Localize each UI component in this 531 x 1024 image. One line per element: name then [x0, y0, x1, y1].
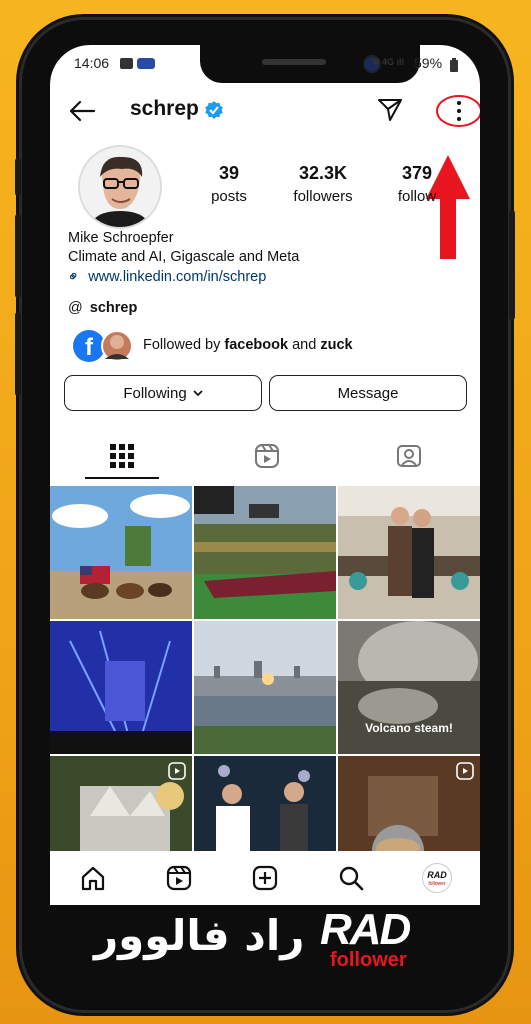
- brand-rad: RAD: [320, 905, 411, 954]
- concert-photo: [50, 621, 192, 754]
- header-username: schrep: [130, 97, 199, 120]
- stat-label: follow: [397, 188, 437, 205]
- search-icon[interactable]: [338, 865, 364, 891]
- following-label: Following: [123, 384, 187, 402]
- stat-label: followers: [293, 188, 353, 205]
- phone-screen: 14:06 ✻ 4G ıll 59% schrep 39 posts 32.3K…: [50, 45, 480, 905]
- threads-badge[interactable]: @ schrep: [68, 300, 137, 316]
- followed-by-prefix: Followed by: [143, 337, 221, 353]
- stat-value: 39: [218, 163, 240, 183]
- followed-by-text[interactable]: Followed by facebook and zuck: [143, 337, 353, 353]
- home-icon[interactable]: [80, 865, 106, 891]
- profile-header: schrep: [50, 91, 480, 131]
- stat-value: 379: [401, 163, 433, 183]
- post-thumbnail-cafe[interactable]: [338, 486, 480, 619]
- volume-down-button: [15, 214, 21, 298]
- profile-avatar[interactable]: [78, 145, 162, 229]
- post-thumbnail-volcano[interactable]: Volcano steam!: [338, 621, 480, 754]
- tab-tagged[interactable]: [372, 433, 446, 477]
- threads-icon: @: [68, 300, 83, 316]
- followed-by-and: and: [292, 337, 317, 353]
- volume-up-button: [15, 158, 21, 196]
- message-button[interactable]: Message: [269, 375, 467, 411]
- svg-text:f: f: [85, 334, 94, 361]
- side-button: [15, 312, 21, 396]
- reel-badge-icon: [168, 762, 186, 780]
- tab-reels[interactable]: [230, 433, 304, 477]
- back-arrow-icon[interactable]: [68, 99, 96, 123]
- battery-icon: [450, 58, 458, 72]
- more-options-icon[interactable]: [434, 93, 480, 129]
- status-time: 14:06: [74, 55, 110, 71]
- followed-by-avatars: f: [73, 330, 133, 362]
- followed-by-user-1: facebook: [224, 337, 289, 353]
- message-label: Message: [337, 384, 399, 402]
- cafe-photo: [338, 486, 480, 619]
- speaker: [262, 59, 326, 65]
- verified-badge-icon: [205, 101, 223, 119]
- post-thumbnail-skyline[interactable]: [194, 621, 336, 754]
- profile-name: Mike Schroepfer: [68, 230, 174, 246]
- reels-nav-icon[interactable]: [166, 865, 192, 891]
- status-battery: 59%: [414, 55, 443, 71]
- post-thumbnail-rodeo[interactable]: [50, 486, 192, 619]
- brand-follower: follower: [330, 949, 407, 971]
- volcano-caption: Volcano steam!: [365, 721, 453, 735]
- tagged-icon: [397, 445, 421, 467]
- stat-posts[interactable]: 39 posts: [200, 163, 258, 205]
- stat-value: 32.3K: [298, 163, 348, 183]
- stat-label: posts: [211, 188, 247, 205]
- create-icon[interactable]: [252, 865, 278, 891]
- threads-handle: schrep: [89, 300, 138, 316]
- stat-followers[interactable]: 32.3K followers: [288, 163, 358, 205]
- followed-by-user-2: zuck: [320, 337, 353, 353]
- stadium-photo: [194, 486, 336, 619]
- profile-tabs: [50, 433, 480, 479]
- power-button: [509, 210, 515, 320]
- link-icon: ⚭: [64, 267, 85, 287]
- profile-link[interactable]: ⚭ www.linkedin.com/in/schrep: [64, 267, 267, 287]
- post-thumbnail-concert[interactable]: [50, 621, 192, 754]
- status-notification-icons: [120, 58, 155, 69]
- bottom-navigation: RAD follower: [50, 851, 480, 905]
- profile-link-text: www.linkedin.com/in/schrep: [88, 269, 267, 285]
- brand-arabic: راد فالوور: [94, 911, 305, 960]
- reel-badge-icon: [456, 762, 474, 780]
- skyline-photo: [194, 621, 336, 754]
- profile-photo: [80, 147, 160, 227]
- chevron-down-icon: [193, 390, 203, 397]
- reels-icon: [255, 444, 279, 468]
- post-thumbnail-stadium[interactable]: [194, 486, 336, 619]
- grid-icon: [110, 444, 134, 468]
- nav-profile-avatar[interactable]: RAD follower: [422, 863, 452, 893]
- nav-avatar-text: RAD: [427, 870, 447, 880]
- stat-following[interactable]: 379 follow: [382, 163, 452, 205]
- network-icons: ✻ 4G ıll: [372, 57, 405, 67]
- tab-grid[interactable]: [85, 433, 159, 479]
- nav-avatar-sub: follower: [428, 881, 446, 887]
- profile-description: Climate and AI, Gigascale and Meta: [68, 249, 300, 265]
- send-icon[interactable]: [377, 97, 403, 123]
- brand-logo: راد فالوور RAD follower: [22, 905, 508, 975]
- rodeo-photo: [50, 486, 192, 619]
- following-button[interactable]: Following: [64, 375, 262, 411]
